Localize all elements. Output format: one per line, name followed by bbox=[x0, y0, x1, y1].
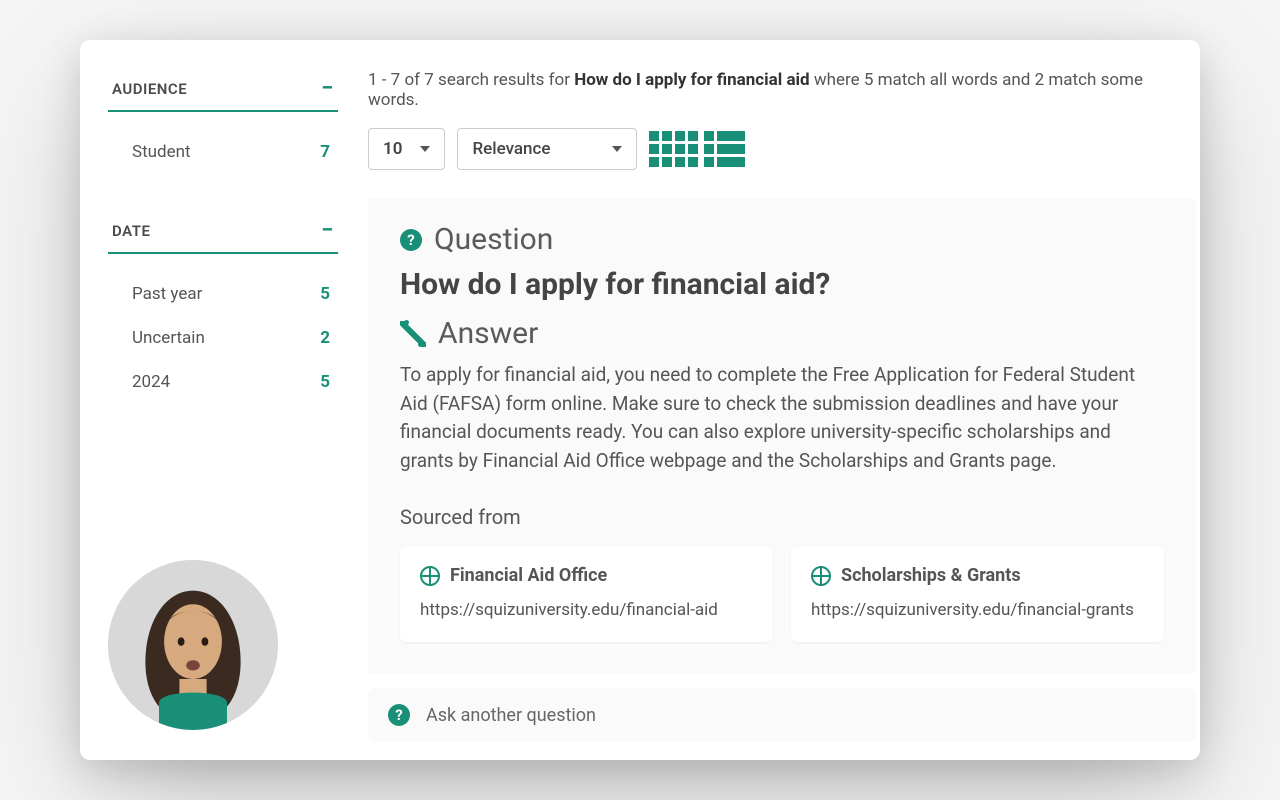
search-results-page: AUDIENCE − Student 7 DATE − Past year 5 bbox=[80, 40, 1200, 760]
grid-view-icon[interactable] bbox=[649, 131, 698, 167]
globe-icon bbox=[420, 566, 440, 586]
summary-query: How do I apply for financial aid bbox=[574, 70, 809, 90]
qa-card: ? Question How do I apply for financial … bbox=[368, 198, 1196, 674]
minus-icon[interactable]: − bbox=[321, 78, 334, 100]
facet-item-past-year[interactable]: Past year 5 bbox=[108, 272, 338, 316]
source-title: Scholarships & Grants bbox=[841, 565, 1021, 586]
facet-item-label: Student bbox=[132, 142, 191, 162]
answer-body: To apply for financial aid, you need to … bbox=[400, 361, 1164, 475]
results-main: 1 - 7 of 7 search results for How do I a… bbox=[338, 70, 1200, 730]
question-heading: ? Question bbox=[400, 222, 1164, 257]
facet-item-label: Past year bbox=[132, 284, 202, 304]
summary-prefix: 1 - 7 of 7 search results for bbox=[368, 70, 574, 90]
results-summary: 1 - 7 of 7 search results for How do I a… bbox=[368, 70, 1196, 110]
sort-value: Relevance bbox=[472, 139, 550, 159]
facet-header-date[interactable]: DATE − bbox=[108, 212, 338, 254]
question-text: How do I apply for financial aid? bbox=[400, 267, 1164, 302]
page-size-select[interactable]: 10 bbox=[368, 128, 445, 170]
facet-sidebar: AUDIENCE − Student 7 DATE − Past year 5 bbox=[108, 70, 338, 730]
assistant-avatar[interactable] bbox=[108, 560, 278, 730]
avatar-icon bbox=[108, 560, 278, 730]
facet-audience: AUDIENCE − Student 7 bbox=[108, 70, 338, 174]
source-card[interactable]: Scholarships & Grants https://squizunive… bbox=[791, 547, 1164, 642]
globe-icon bbox=[811, 566, 831, 586]
source-card[interactable]: Financial Aid Office https://squizuniver… bbox=[400, 547, 773, 642]
wand-icon bbox=[400, 321, 426, 347]
facet-item-uncertain[interactable]: Uncertain 2 bbox=[108, 316, 338, 360]
source-url: https://squizuniversity.edu/financial-gr… bbox=[811, 600, 1144, 620]
answer-heading: Answer bbox=[400, 316, 1164, 351]
facet-item-count: 7 bbox=[320, 142, 330, 162]
minus-icon[interactable]: − bbox=[321, 220, 334, 242]
chevron-down-icon bbox=[420, 146, 430, 152]
facet-item-2024[interactable]: 2024 5 bbox=[108, 360, 338, 404]
sourced-from-label: Sourced from bbox=[400, 505, 1164, 529]
source-url: https://squizuniversity.edu/financial-ai… bbox=[420, 600, 753, 620]
sort-select[interactable]: Relevance bbox=[457, 128, 637, 170]
answer-label: Answer bbox=[438, 316, 538, 351]
question-mark-icon: ? bbox=[400, 229, 422, 251]
facet-title: AUDIENCE bbox=[112, 80, 187, 98]
facet-item-student[interactable]: Student 7 bbox=[108, 130, 338, 174]
source-list: Financial Aid Office https://squizuniver… bbox=[400, 547, 1164, 642]
facet-item-count: 2 bbox=[320, 328, 330, 348]
facet-item-count: 5 bbox=[320, 284, 330, 304]
view-toggle bbox=[649, 131, 745, 167]
chevron-down-icon bbox=[612, 146, 622, 152]
facet-item-count: 5 bbox=[320, 372, 330, 392]
facet-date: DATE − Past year 5 Uncertain 2 2024 5 bbox=[108, 212, 338, 404]
question-mark-icon: ? bbox=[388, 704, 410, 726]
facet-item-label: 2024 bbox=[132, 372, 170, 392]
question-label: Question bbox=[434, 222, 553, 257]
facet-header-audience[interactable]: AUDIENCE − bbox=[108, 70, 338, 112]
source-title: Financial Aid Office bbox=[450, 565, 607, 586]
results-controls: 10 Relevance bbox=[368, 128, 1196, 170]
page-size-value: 10 bbox=[383, 139, 402, 159]
ask-another-row[interactable]: ? Ask another question bbox=[368, 688, 1196, 742]
facet-item-label: Uncertain bbox=[132, 328, 205, 348]
facet-title: DATE bbox=[112, 222, 150, 240]
ask-another-label: Ask another question bbox=[426, 705, 596, 726]
list-view-icon[interactable] bbox=[704, 131, 745, 167]
